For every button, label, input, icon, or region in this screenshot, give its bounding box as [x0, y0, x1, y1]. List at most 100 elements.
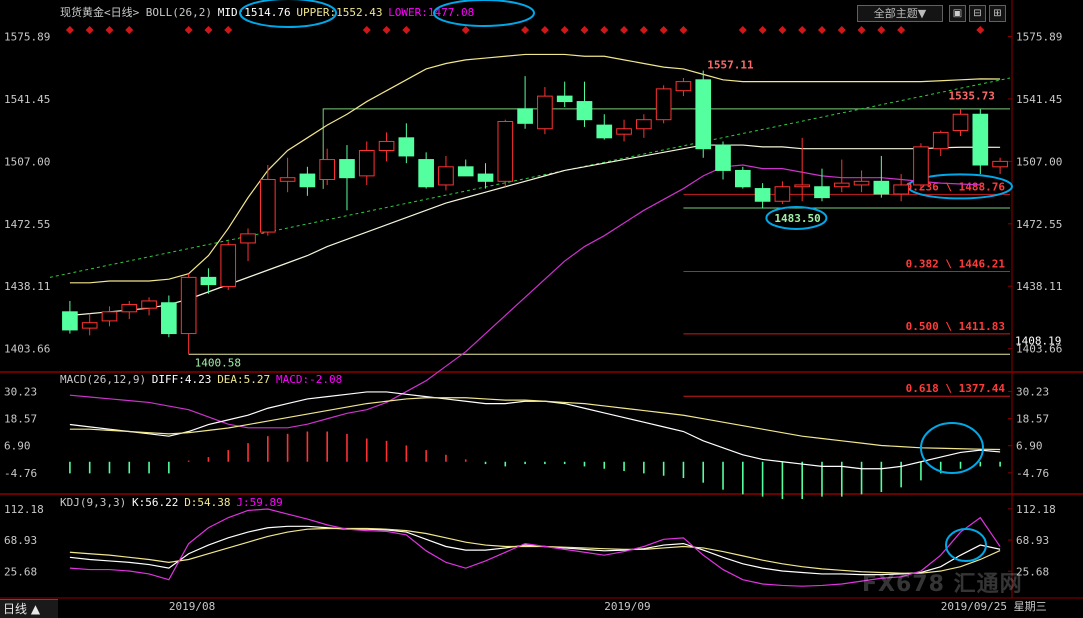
- candle-body: [299, 173, 316, 188]
- kdj-tick-left-label: 68.93: [4, 534, 37, 547]
- signal-diamond-marker: [125, 26, 134, 34]
- candle-body: [339, 159, 355, 179]
- candle-body: [734, 169, 751, 188]
- signal-diamond-marker: [105, 26, 114, 34]
- candle-body: [517, 108, 533, 124]
- candle-body: [616, 128, 632, 135]
- kdj-tick-right-label: 68.93: [1016, 534, 1049, 547]
- signal-diamond-marker: [224, 26, 233, 34]
- signal-diamond-marker: [600, 26, 609, 34]
- candle-body: [833, 182, 850, 188]
- split-window-icon[interactable]: ⊟: [969, 5, 986, 22]
- signal-diamond-marker: [758, 26, 767, 34]
- candle-body: [220, 244, 237, 287]
- low-price-label: 1400.58: [195, 356, 241, 369]
- time-axis-label: 2019/08: [169, 600, 215, 613]
- signal-diamond-marker: [837, 26, 846, 34]
- signal-diamond-marker: [580, 26, 589, 34]
- macd-tick-left-label: 18.57: [4, 413, 37, 426]
- candle-body: [537, 95, 553, 130]
- price-tick-right-label: 1438.11: [1016, 280, 1062, 293]
- price-header-text: MID:1514.76: [218, 6, 291, 19]
- kdj-tick-right-label: 112.18: [1016, 503, 1056, 516]
- candle-body: [913, 146, 929, 186]
- candle-body: [952, 113, 969, 132]
- time-axis-label: 2019/09/25 星期三: [941, 600, 1047, 613]
- macd-header-text: DEA:5.27: [217, 373, 270, 386]
- signal-diamond-marker: [897, 26, 906, 34]
- candle-body: [774, 186, 791, 202]
- candle-body: [695, 79, 712, 150]
- macd-header-text: MACD:-2.08: [276, 373, 342, 386]
- candle-body: [121, 304, 138, 313]
- macd-dea-line: [69, 397, 1001, 451]
- candle-body: [972, 113, 989, 166]
- candle-body: [141, 300, 157, 309]
- boll-upper-line: [69, 53, 1001, 284]
- kdj-k-line: [69, 525, 1001, 576]
- signal-diamond-marker: [521, 26, 530, 34]
- kdj-header-text: K:56.22: [132, 496, 178, 509]
- price-tick-left-label: 1541.45: [4, 93, 50, 106]
- signal-diamond-marker: [857, 26, 866, 34]
- candle-body: [358, 150, 375, 177]
- candle-body: [715, 144, 731, 171]
- candle-body: [655, 88, 672, 121]
- price-tick-left-label: 1438.11: [4, 280, 50, 293]
- signal-diamond-marker: [659, 26, 668, 34]
- fib-level-label: 0.618 \ 1377.44: [906, 382, 1006, 395]
- candle-body: [81, 322, 98, 329]
- macd-tick-left-label: 30.23: [4, 385, 37, 398]
- price-tick-right-label: 1575.89: [1016, 31, 1062, 44]
- candle-body: [794, 184, 811, 188]
- signal-diamond-marker: [798, 26, 807, 34]
- kdj-tick-left-label: 112.18: [4, 503, 44, 516]
- candle-body: [279, 177, 296, 182]
- current-price-label: 1408.19: [1015, 334, 1061, 347]
- candle-body: [873, 180, 890, 195]
- signal-diamond-marker: [204, 26, 213, 34]
- signal-diamond-marker: [560, 26, 569, 34]
- signal-diamond-marker: [382, 26, 391, 34]
- signal-diamond-marker: [85, 26, 94, 34]
- candle-body: [932, 131, 949, 150]
- macd-header-text: MACD(26,12,9): [60, 373, 146, 386]
- candle-body: [992, 160, 1008, 168]
- signal-diamond-marker: [65, 26, 74, 34]
- theme-dropdown-button[interactable]: 全部主题▼: [857, 5, 943, 22]
- price-header-text: 现货黄金<日线>: [60, 5, 140, 19]
- candle-body: [378, 140, 395, 151]
- candle-body: [576, 101, 593, 121]
- candle-body: [240, 233, 256, 244]
- price-tick-left-label: 1472.55: [4, 218, 50, 231]
- candle-body: [319, 159, 336, 180]
- price-tick-right-label: 1472.55: [1016, 218, 1062, 231]
- price-tick-left-label: 1507.00: [4, 155, 50, 168]
- signal-diamond-marker: [877, 26, 886, 34]
- macd-tick-right-label: 30.23: [1016, 385, 1049, 398]
- period-tab-daily[interactable]: 日线 ▲: [0, 599, 58, 618]
- restore-window-icon[interactable]: ▣: [949, 5, 966, 22]
- boll-lower-line: [69, 164, 981, 429]
- candle-body: [62, 311, 78, 331]
- price-header-text: LOWER:1477.08: [388, 6, 474, 19]
- signal-diamond-marker: [461, 26, 470, 34]
- candle-body: [200, 276, 217, 286]
- candle-body: [893, 184, 909, 195]
- macd-tick-right-label: 6.90: [1016, 440, 1043, 453]
- candlestick-chart[interactable]: 1575.89 1575.89 1541.45 1541.45 1507.00 1507.…: [0, 0, 1083, 618]
- candle-body: [754, 188, 771, 202]
- candle-body: [556, 95, 573, 103]
- macd-tick-left-label: -4.76: [4, 467, 37, 480]
- candle-body: [438, 166, 454, 186]
- fib-level-label: 0.382 \ 1446.21: [906, 258, 1006, 271]
- candle-body: [853, 180, 870, 186]
- candle-body: [161, 302, 177, 335]
- fib-level-label: 0.500 \ 1411.83: [906, 320, 1005, 333]
- kdj-d-line: [69, 527, 1001, 574]
- price-tick-left-label: 1403.66: [4, 343, 50, 356]
- candle-body: [418, 159, 434, 188]
- kdj-header-text: J:59.89: [236, 496, 282, 509]
- signal-diamond-marker: [738, 26, 747, 34]
- layout-window-icon[interactable]: ⊞: [989, 5, 1006, 22]
